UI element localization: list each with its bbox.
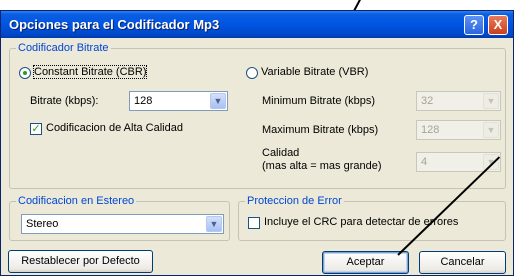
- stereo-select[interactable]: Stereo ▼: [21, 214, 224, 234]
- cbr-radio[interactable]: [19, 67, 31, 79]
- error-protection-group-legend: Proteccion de Error: [247, 195, 342, 207]
- close-icon: X: [493, 17, 503, 32]
- help-icon: ?: [470, 17, 478, 32]
- chevron-down-icon[interactable]: ▼: [210, 93, 226, 109]
- quality-label-line2: (mas alta = mas grande): [262, 160, 382, 172]
- high-quality-checkbox[interactable]: ✓: [30, 123, 42, 135]
- crc-checkbox[interactable]: [248, 217, 260, 229]
- bitrate-select-value: 128: [134, 95, 153, 107]
- stereo-select-value: Stereo: [26, 218, 59, 230]
- bitrate-label: Bitrate (kbps):: [30, 95, 99, 107]
- title-bar[interactable]: Opciones para el Codificador Mp3 ? X: [1, 11, 513, 38]
- cbr-label[interactable]: Constant Bitrate (CBR): [32, 65, 148, 79]
- high-quality-label[interactable]: Codificacion de Alta Calidad: [46, 122, 183, 134]
- min-bitrate-label: Minimum Bitrate (kbps): [262, 95, 376, 107]
- close-button[interactable]: X: [488, 15, 508, 35]
- chevron-down-icon[interactable]: ▼: [206, 216, 222, 232]
- max-bitrate-label: Maximum Bitrate (kbps): [262, 124, 379, 136]
- vbr-label[interactable]: Variable Bitrate (VBR): [261, 66, 368, 78]
- min-bitrate-select[interactable]: 32 ▼: [416, 91, 501, 111]
- max-bitrate-value: 128: [421, 124, 440, 136]
- mp3-encoder-options-dialog: Opciones para el Codificador Mp3 ? X Cod…: [0, 10, 514, 276]
- bitrate-select[interactable]: 128 ▼: [129, 91, 228, 111]
- stereo-group-legend: Codificacion en Estereo: [18, 195, 135, 207]
- reset-defaults-button[interactable]: Restablecer por Defecto: [8, 250, 153, 273]
- bitrate-group-legend: Codificador Bitrate: [18, 42, 109, 54]
- min-bitrate-value: 32: [421, 95, 434, 107]
- quality-label-line1: Calidad: [262, 147, 300, 159]
- vbr-radio[interactable]: [246, 67, 258, 79]
- window-title: Opciones para el Codificador Mp3: [9, 17, 220, 32]
- quality-value: 4: [421, 156, 428, 168]
- cancel-button[interactable]: Cancelar: [419, 251, 506, 274]
- max-bitrate-select[interactable]: 128 ▼: [416, 120, 501, 140]
- help-button[interactable]: ?: [464, 15, 484, 35]
- chevron-down-icon[interactable]: ▼: [483, 93, 499, 109]
- chevron-down-icon[interactable]: ▼: [483, 122, 499, 138]
- ok-button[interactable]: Aceptar: [322, 251, 409, 274]
